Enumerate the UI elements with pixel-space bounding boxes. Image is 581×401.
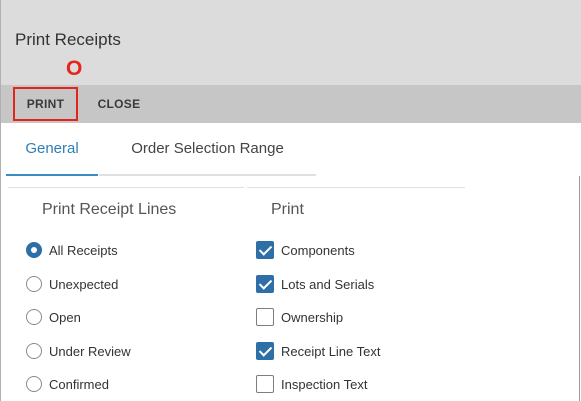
radio-label: Unexpected	[49, 276, 119, 292]
radio-open[interactable]: Open	[26, 306, 81, 328]
radio-confirmed[interactable]: Confirmed	[26, 373, 109, 395]
checkbox-checked-icon[interactable]	[256, 241, 274, 259]
checkbox-lots-and-serials[interactable]: Lots and Serials	[256, 273, 374, 295]
radio-label: Under Review	[49, 343, 131, 359]
checkbox-label: Components	[281, 242, 355, 258]
checkbox-receipt-line-text[interactable]: Receipt Line Text	[256, 340, 381, 362]
radio-label: Confirmed	[49, 376, 109, 392]
checkbox-label: Ownership	[281, 309, 344, 325]
radio-unselected-icon[interactable]	[26, 276, 42, 292]
dialog-title: Print Receipts	[15, 30, 121, 49]
tab-strip: General Order Selection Range	[1, 123, 581, 176]
close-button[interactable]: CLOSE	[85, 85, 153, 123]
radio-label: Open	[49, 309, 81, 325]
checkbox-checked-icon[interactable]	[256, 342, 274, 360]
checkbox-unchecked-icon[interactable]	[256, 308, 274, 326]
tab-general[interactable]: General	[6, 123, 98, 176]
print-button[interactable]: PRINT	[13, 87, 78, 121]
print-receipts-dialog: Print Receipts O PRINT CLOSE General Ord…	[0, 0, 581, 401]
tab-order-selection-range[interactable]: Order Selection Range	[99, 123, 316, 176]
checkbox-checked-icon[interactable]	[256, 275, 274, 293]
column-divider-left	[8, 187, 244, 188]
radio-unselected-icon[interactable]	[26, 309, 42, 325]
receipt-lines-heading: Print Receipt Lines	[42, 201, 177, 218]
radio-under-review[interactable]: Under Review	[26, 340, 131, 362]
radio-unselected-icon[interactable]	[26, 343, 42, 359]
radio-selected-icon[interactable]	[26, 242, 42, 258]
column-divider-right	[247, 187, 465, 188]
title-bar: Print Receipts O	[1, 0, 581, 85]
toolbar: PRINT CLOSE	[1, 85, 581, 123]
checkbox-label: Receipt Line Text	[281, 343, 381, 359]
checkbox-ownership[interactable]: Ownership	[256, 306, 343, 328]
radio-unexpected[interactable]: Unexpected	[26, 273, 118, 295]
checkbox-components[interactable]: Components	[256, 239, 355, 261]
checkbox-label: Inspection Text	[281, 376, 368, 392]
checkbox-inspection-text[interactable]: Inspection Text	[256, 373, 367, 395]
annotation-marker: O	[66, 57, 83, 80]
checkbox-label: Lots and Serials	[281, 276, 375, 292]
print-heading: Print	[271, 201, 304, 218]
radio-unselected-icon[interactable]	[26, 376, 42, 392]
radio-all-receipts[interactable]: All Receipts	[26, 239, 118, 261]
radio-label: All Receipts	[49, 242, 118, 258]
checkbox-unchecked-icon[interactable]	[256, 375, 274, 393]
